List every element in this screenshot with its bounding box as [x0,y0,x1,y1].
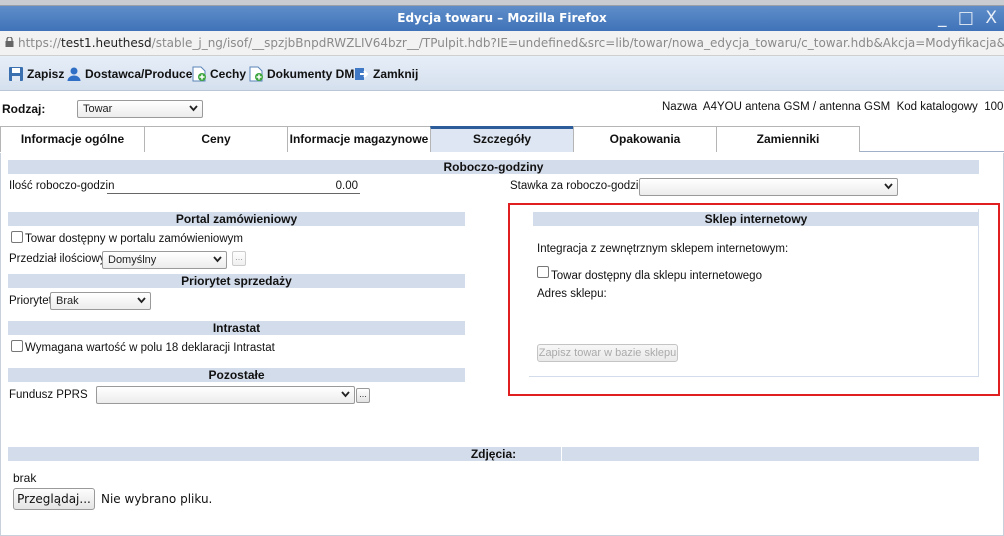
close-button[interactable]: Zamknij [354,65,418,83]
file-status-text: Nie wybrano pliku. [101,492,213,506]
chevron-down-icon [189,105,198,112]
kod-label: Kod katalogowy [896,101,978,113]
lock-icon [5,37,14,47]
labor-hours-header: Roboczo-godziny [8,160,979,174]
toolbar: Zapisz Dostawca/Producent Cechy Dokument… [0,56,1004,91]
portal-available-label: Towar dostępny w portalu zamówieniowym [25,233,243,245]
nazwa-label: Nazwa [662,101,698,113]
url-path: /stable_j_ng/isof/__spzjbBnpdRWZLIV64bzr… [151,36,1004,50]
shop-available-checkbox[interactable] [537,266,549,278]
product-name-row: Nazwa A4YOU antena GSM / antenna GSM Kod… [662,101,1004,113]
url-text: https://test1.heuthesd/stable_j_ng/isof/… [18,36,1004,50]
url-scheme: https:// [18,36,62,50]
save-to-shop-button[interactable]: Zapisz towar w bazie sklepu [537,344,678,362]
shop-integration-text: Integracja z zewnętrznym sklepem interne… [537,243,789,255]
quantity-range-label: Przedział ilościowy [9,253,106,265]
labor-rate-label: Stawka za roboczo-godzinę [510,180,652,192]
save-button[interactable]: Zapisz [8,65,64,83]
labor-hours-value: 0.00 [335,180,358,192]
quantity-range-more-button[interactable]: ... [232,251,246,266]
pprs-fund-more-button[interactable]: ... [356,388,370,403]
chevron-down-icon [213,256,222,263]
rodzaj-select[interactable]: Towar [77,100,203,118]
online-shop-header: Sklep internetowy [533,212,979,226]
intrastat-checkbox[interactable] [11,340,23,352]
rodzaj-label: Rodzaj: [2,102,46,116]
quantity-range-value: Domyślny [108,254,157,266]
tab-bar: Informacje ogólne Ceny Informacje magazy… [0,126,1004,152]
photos-header-divider [561,447,562,461]
dms-documents-label: Dokumenty DMS [267,67,363,81]
window-controls[interactable]: _ □ X [938,8,1000,28]
supplier-producer-button[interactable]: Dostawca/Producent [66,65,204,83]
window-titlebar: Edycja towaru – Mozilla Firefox _ □ X [0,6,1004,31]
intrastat-header: Intrastat [8,321,465,335]
tab-packaging[interactable]: Opakowania [573,126,717,152]
document-add-icon [249,66,263,82]
priority-value: Brak [56,295,79,307]
shop-available-label: Towar dostępny dla sklepu internetowego [551,270,762,282]
details-panel: Roboczo-godziny Ilość roboczo-godzin 0.0… [0,153,1004,536]
save-icon [9,67,23,81]
other-header: Pozostałe [8,368,465,382]
labor-hours-input[interactable]: 0.00 [107,178,360,194]
dms-documents-button[interactable]: Dokumenty DMS [248,65,362,83]
priority-label: Priorytet [9,295,52,307]
pprs-fund-label: Fundusz PPRS [9,389,88,401]
pprs-fund-select[interactable] [96,386,355,404]
labor-hours-label: Ilość roboczo-godzin [9,180,115,192]
labor-rate-select[interactable] [639,178,898,196]
tab-details[interactable]: Szczegóły [430,126,574,152]
user-icon [67,67,81,81]
tab-warehouse-info[interactable]: Informacje magazynowe [287,126,431,152]
photos-value: brak [13,471,37,485]
browse-file-button[interactable]: Przeglądaj... [13,488,95,510]
url-host: test1.heuthesd [61,36,152,50]
chevron-down-icon [341,391,350,398]
window-title: Edycja towaru – Mozilla Firefox [397,11,607,25]
priority-select[interactable]: Brak [50,292,151,310]
chevron-down-icon [137,297,146,304]
save-button-label: Zapisz [27,67,65,81]
sales-priority-header: Priorytet sprzedaży [8,274,465,288]
features-button[interactable]: Cechy [191,65,246,83]
quantity-range-select[interactable]: Domyślny [102,251,227,269]
nazwa-value: A4YOU antena GSM / antenna GSM [702,101,891,113]
tab-prices[interactable]: Ceny [144,126,288,152]
portal-available-checkbox[interactable] [11,231,23,243]
order-portal-header: Portal zamówieniowy [8,212,465,226]
product-header-row: Rodzaj: Towar Nazwa A4YOU antena GSM / a… [0,96,1004,122]
tab-substitutes[interactable]: Zamienniki [716,126,860,152]
chevron-down-icon [884,183,893,190]
photos-header-label: Zdjęcia: [470,447,517,461]
rodzaj-select-value: Towar [83,103,113,115]
document-add-icon [192,66,206,82]
photos-header: Zdjęcia: [8,447,979,461]
supplier-producer-label: Dostawca/Producent [85,67,204,81]
address-bar[interactable]: https://test1.heuthesd/stable_j_ng/isof/… [0,31,1004,56]
features-label: Cechy [210,67,247,81]
shop-address-label: Adres sklepu: [537,288,607,300]
close-label: Zamknij [373,67,419,81]
intrastat-label: Wymagana wartość w polu 18 deklaracji In… [25,342,275,354]
tab-general-info[interactable]: Informacje ogólne [0,126,145,152]
kod-value: 10010899 [984,101,1004,113]
exit-arrow-icon [355,68,369,80]
